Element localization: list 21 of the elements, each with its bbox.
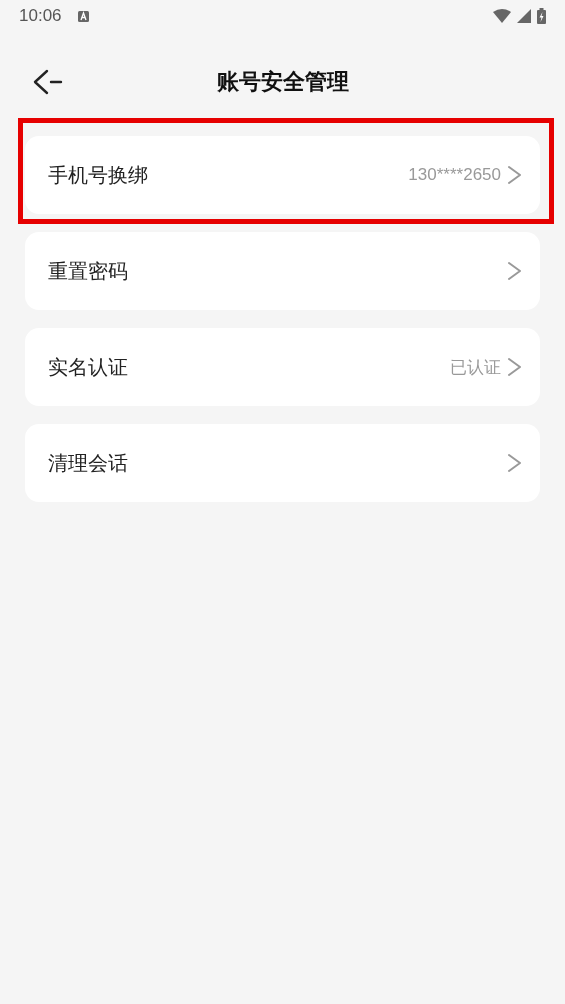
chevron-icon	[507, 165, 522, 185]
item-label: 实名认证	[48, 353, 128, 381]
item-value: 130****2650	[408, 165, 501, 185]
chevron-icon	[507, 453, 522, 473]
settings-item[interactable]: 清理会话	[25, 424, 540, 502]
back-icon[interactable]	[33, 69, 63, 95]
wifi-icon	[493, 9, 511, 23]
page-title: 账号安全管理	[216, 68, 349, 96]
item-label: 清理会话	[48, 449, 128, 477]
settings-item[interactable]: 手机号换绑 130****2650	[25, 136, 540, 214]
chevron-icon	[507, 357, 522, 377]
chevron-icon	[507, 261, 522, 281]
settings-item[interactable]: 实名认证 已认证	[25, 328, 540, 406]
item-value: 已认证	[450, 356, 501, 379]
notification-icon	[77, 10, 89, 22]
settings-item[interactable]: 重置密码	[25, 232, 540, 310]
item-label: 重置密码	[48, 257, 128, 285]
signal-icon	[517, 9, 531, 23]
battery-icon	[537, 8, 546, 24]
item-label: 手机号换绑	[48, 161, 148, 189]
status-time: 10:06	[19, 6, 62, 26]
